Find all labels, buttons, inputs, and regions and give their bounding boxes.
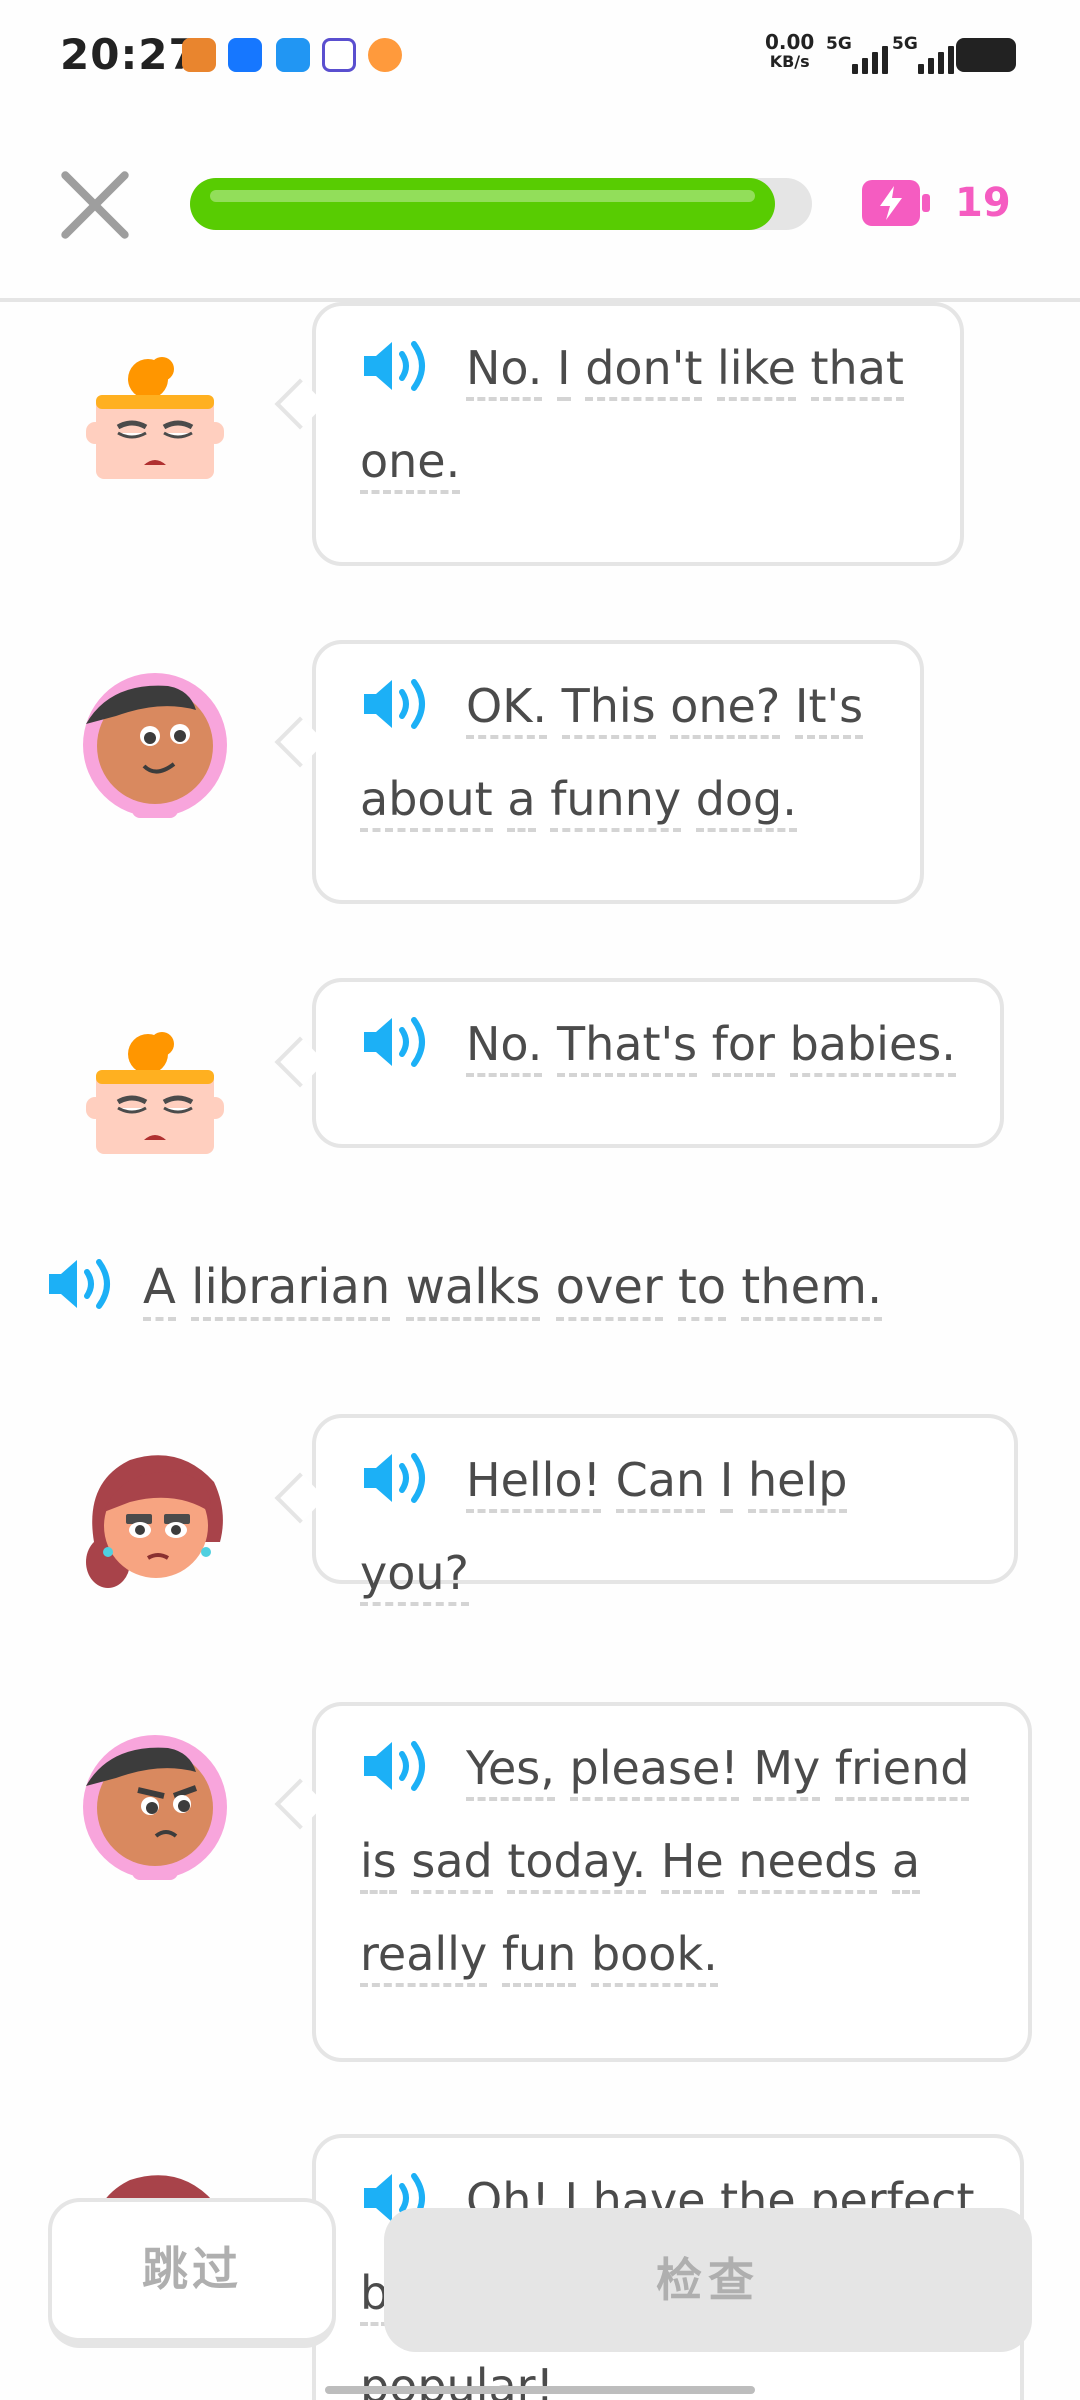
word[interactable]: I [719, 1453, 734, 1513]
word[interactable]: to [677, 1259, 727, 1321]
word[interactable]: help [747, 1453, 848, 1513]
word[interactable]: librarian [191, 1259, 391, 1321]
app-notification-icon [182, 38, 216, 72]
word[interactable]: That's [557, 1017, 698, 1077]
net-speed-unit: KB/s [769, 52, 810, 71]
word[interactable]: walks [405, 1259, 541, 1321]
speech-bubble: No. That's for babies. [274, 978, 1004, 1148]
word[interactable]: babies. [789, 1017, 956, 1077]
status-bar: 20:27 0.00 KB/s 5G 5G [0, 0, 1080, 110]
bubble-tail [274, 1778, 326, 1830]
word[interactable]: fun [501, 1927, 577, 1987]
lily-avatar [83, 673, 227, 818]
app-notification-icon [368, 38, 402, 72]
word[interactable]: I [557, 341, 571, 401]
word[interactable]: one. [360, 434, 461, 494]
energy-battery-icon [862, 180, 930, 226]
word[interactable]: over [555, 1259, 663, 1321]
bubble-tail [274, 716, 326, 768]
word[interactable]: today. [507, 1834, 647, 1894]
skip-button[interactable]: 跳过 [48, 2198, 336, 2348]
bubble-tail [274, 378, 326, 430]
word[interactable]: No. [466, 1017, 543, 1077]
word[interactable]: don't [585, 341, 703, 401]
word[interactable]: like [717, 341, 796, 401]
word[interactable]: book. [590, 1927, 718, 1987]
bubble-text: Hello! Can I help you? [360, 1434, 970, 1620]
speaker-icon[interactable] [360, 1736, 436, 1796]
word[interactable]: A [143, 1259, 176, 1321]
speaker-icon[interactable] [360, 1448, 436, 1508]
energy-count: 19 [955, 180, 1011, 226]
word[interactable]: No. [466, 341, 543, 401]
bea-avatar [86, 357, 224, 479]
word[interactable]: Can [615, 1453, 706, 1513]
word[interactable]: for [711, 1017, 775, 1077]
close-icon[interactable] [55, 165, 135, 245]
word[interactable]: He [660, 1834, 724, 1894]
bubble-text: OK. This one? It's about a funny dog. [360, 660, 876, 846]
word[interactable]: This [561, 679, 656, 739]
word[interactable]: really [360, 1927, 488, 1987]
status-time: 20:27 [60, 30, 199, 79]
progress-fill [190, 178, 775, 230]
network-speed: 0.00 KB/s [765, 32, 814, 72]
speaker-icon[interactable] [360, 674, 436, 734]
word[interactable]: about [360, 772, 493, 832]
net-speed-value: 0.00 [765, 30, 815, 54]
speech-bubble: Yes, please! My friend is sad today. He … [274, 1702, 1032, 2062]
word[interactable]: a [891, 1834, 921, 1894]
app-notification-icon [322, 38, 356, 72]
speaker-icon[interactable] [45, 1254, 121, 1314]
alipay-icon [228, 38, 262, 72]
word[interactable]: a [507, 772, 536, 832]
signal-label: 5G [892, 34, 918, 54]
word[interactable]: OK. [466, 679, 547, 739]
speech-bubble: OK. This one? It's about a funny dog. [274, 640, 924, 904]
narration-line: A librarian walks over to them. [45, 1247, 883, 1327]
librarian-avatar [86, 1455, 223, 1588]
app-notification-icon [276, 38, 310, 72]
home-indicator[interactable] [325, 2386, 755, 2394]
speech-bubble: No. I don't like that one. [274, 302, 964, 566]
speaker-icon[interactable] [360, 336, 436, 396]
word[interactable]: needs [738, 1834, 878, 1894]
lily-avatar [83, 1735, 227, 1880]
bubble-text: No. That's for babies. [360, 998, 956, 1091]
bubble-tail [274, 1472, 326, 1524]
word[interactable]: sad [411, 1834, 493, 1894]
word[interactable]: dog. [695, 772, 797, 832]
word[interactable]: funny [550, 772, 682, 832]
word[interactable]: My [753, 1741, 821, 1801]
progress-shine [210, 190, 755, 202]
battery-icon [956, 38, 1016, 72]
bea-avatar [86, 1032, 224, 1154]
bubble-text: Yes, please! My friend is sad today. He … [360, 1722, 984, 2001]
bubble-tail [274, 1036, 326, 1088]
word[interactable]: Yes, [466, 1741, 555, 1801]
word[interactable]: friend [834, 1741, 970, 1801]
signal-label: 5G [826, 34, 852, 54]
word[interactable]: that [810, 341, 904, 401]
word[interactable]: one? [670, 679, 781, 739]
conversation: No. I don't like that one. OK. This one?… [0, 302, 1080, 2400]
lesson-progress-bar [190, 178, 812, 230]
word[interactable]: you? [360, 1546, 469, 1606]
speech-bubble: Hello! Can I help you? [274, 1414, 1018, 1606]
bubble-text: No. I don't like that one. [360, 322, 916, 508]
check-button[interactable]: 检查 [384, 2208, 1032, 2352]
word[interactable]: them. [741, 1259, 883, 1321]
word[interactable]: please! [569, 1741, 739, 1801]
word[interactable]: Hello! [466, 1453, 602, 1513]
word[interactable]: is [360, 1834, 397, 1894]
word[interactable]: It's [794, 679, 864, 739]
speaker-icon[interactable] [360, 1012, 436, 1072]
